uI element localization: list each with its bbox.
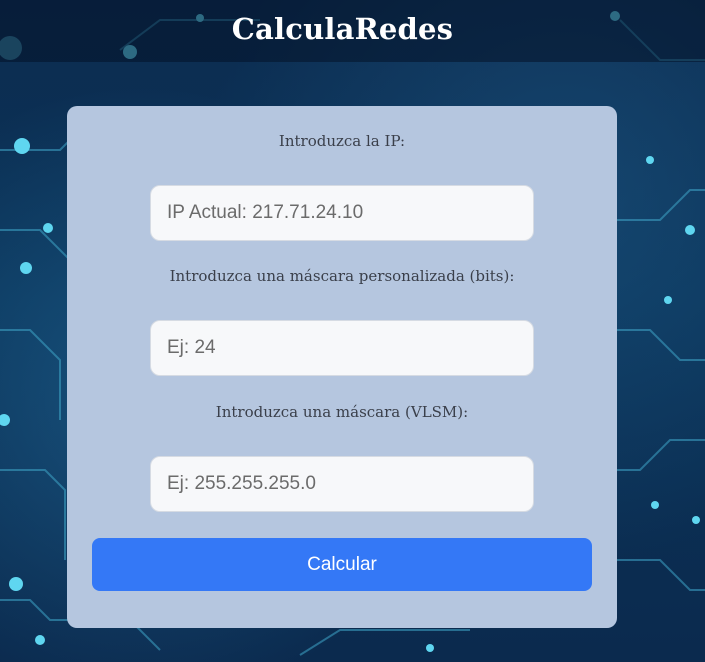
mask-bits-input[interactable] <box>150 320 534 376</box>
vlsm-mask-label: Introduzca una máscara (VLSM): <box>215 403 469 421</box>
calculate-button[interactable]: Calcular <box>92 538 592 591</box>
app-title: CalculaRedes <box>231 12 454 46</box>
vlsm-mask-input[interactable] <box>150 456 534 512</box>
subnet-calculator-form: Introduzca la IP: Introduzca una máscara… <box>67 106 617 628</box>
ip-input[interactable] <box>150 185 534 241</box>
ip-label: Introduzca la IP: <box>278 132 406 150</box>
mask-bits-label: Introduzca una máscara personalizada (bi… <box>169 267 515 285</box>
